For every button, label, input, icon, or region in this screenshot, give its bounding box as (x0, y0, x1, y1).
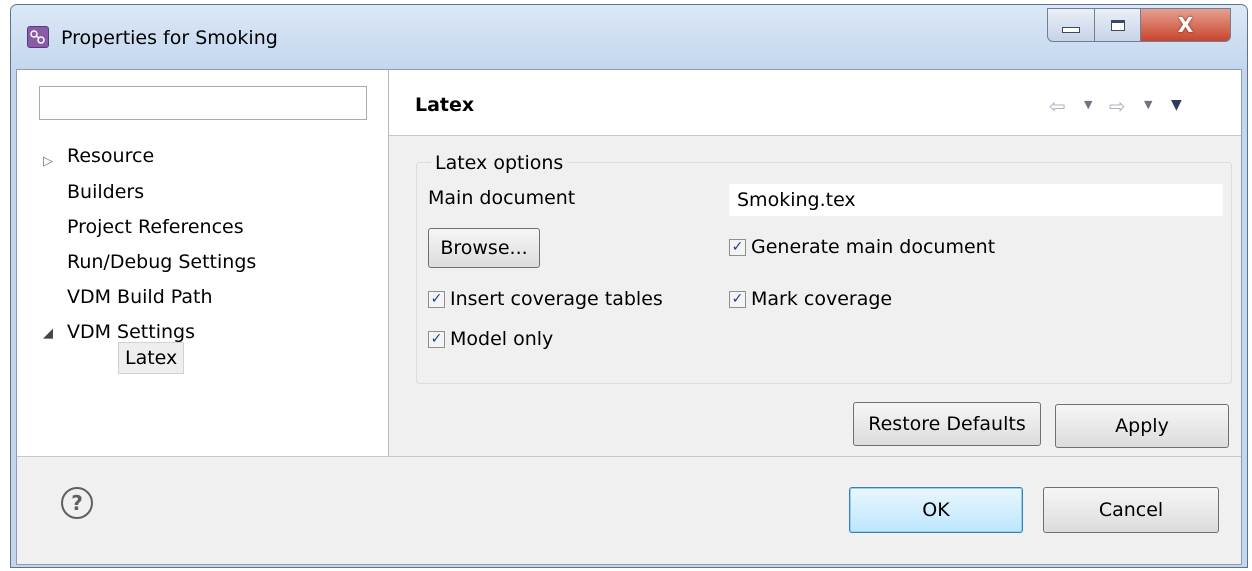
tree-item-resource[interactable]: Resource (67, 145, 154, 167)
tree-item-vdm-settings[interactable]: VDM Settings (67, 321, 195, 343)
browse-button[interactable]: Browse... (428, 228, 540, 268)
forward-history-dropdown-icon[interactable]: ▼ (1144, 98, 1152, 111)
close-button[interactable]: X (1141, 8, 1231, 42)
collapse-vdm-settings-icon[interactable]: ◢ (43, 326, 53, 341)
app-icon (27, 26, 49, 48)
checkbox-label: Insert coverage tables (450, 288, 663, 310)
page-header: Latex ⇦ ▼ ⇨ ▼ ▼ (389, 70, 1241, 136)
page-title: Latex (415, 94, 475, 116)
checkbox-box: ✓ (729, 238, 746, 256)
tree-item-project-references[interactable]: Project References (67, 216, 244, 238)
checkbox-label: Model only (450, 328, 554, 350)
checkbox-label: Generate main document (751, 236, 996, 258)
model-only-checkbox[interactable]: ✓ Model only (428, 328, 553, 350)
apply-button[interactable]: Apply (1055, 404, 1229, 448)
property-page: Latex ⇦ ▼ ⇨ ▼ ▼ Latex options Main docum… (389, 70, 1241, 456)
title-bar[interactable]: Properties for Smoking X (11, 5, 1247, 71)
tree-item-run-debug-settings[interactable]: Run/Debug Settings (67, 251, 256, 273)
filter-input[interactable] (39, 86, 367, 120)
expand-resource-icon[interactable]: ▷ (43, 154, 53, 169)
minimize-icon (1062, 27, 1080, 33)
checkbox-label: Mark coverage (751, 288, 893, 310)
app-logo-graphic (30, 30, 45, 44)
window-title: Properties for Smoking (61, 27, 278, 49)
forward-arrow-icon[interactable]: ⇨ (1109, 94, 1126, 118)
checkbox-box: ✓ (428, 330, 445, 348)
restore-defaults-button[interactable]: Restore Defaults (853, 402, 1041, 446)
back-arrow-icon[interactable]: ⇦ (1049, 94, 1066, 118)
mark-coverage-checkbox[interactable]: ✓ Mark coverage (729, 288, 892, 310)
main-document-label: Main document (428, 187, 576, 209)
main-document-field[interactable]: Smoking.tex (729, 184, 1223, 216)
generate-main-document-checkbox[interactable]: ✓ Generate main document (729, 236, 995, 258)
tree-item-vdm-build-path[interactable]: VDM Build Path (67, 286, 213, 308)
tree-item-latex[interactable]: Latex (118, 342, 185, 374)
ok-button[interactable]: OK (849, 487, 1023, 533)
checkbox-box: ✓ (729, 290, 746, 308)
maximize-button[interactable] (1095, 8, 1141, 42)
maximize-icon (1110, 19, 1125, 31)
close-icon: X (1177, 13, 1194, 37)
cancel-button[interactable]: Cancel (1043, 487, 1219, 533)
navigation-pane: ▷ Resource Builders Project References R… (17, 70, 389, 456)
dialog-client-area: ▷ Resource Builders Project References R… (16, 69, 1242, 565)
checkbox-box: ✓ (428, 290, 445, 308)
view-menu-icon[interactable]: ▼ (1171, 97, 1182, 113)
back-history-dropdown-icon[interactable]: ▼ (1084, 98, 1092, 111)
latex-options-legend: Latex options (431, 152, 568, 174)
minimize-button[interactable] (1047, 8, 1095, 42)
insert-coverage-tables-checkbox[interactable]: ✓ Insert coverage tables (428, 288, 663, 310)
help-icon[interactable]: ? (61, 487, 93, 519)
tree-item-builders[interactable]: Builders (67, 181, 144, 203)
properties-dialog: Properties for Smoking X ▷ Resource Buil… (10, 4, 1248, 568)
dialog-button-bar: ? OK Cancel (17, 456, 1241, 564)
